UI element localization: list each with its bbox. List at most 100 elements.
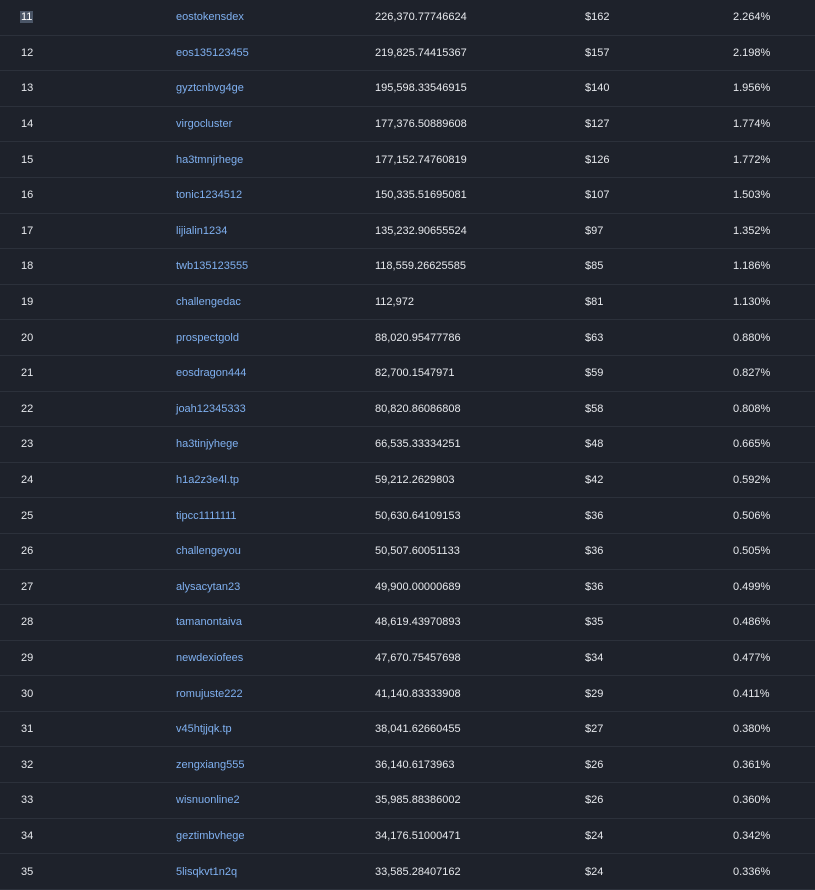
usd-value-text: $162 <box>585 11 610 24</box>
usd-value-text: $34 <box>585 651 604 664</box>
account-link[interactable]: prospectgold <box>176 332 239 344</box>
rank-text: 25 <box>21 509 34 522</box>
table-row: 11 eostokensdex 226,370.77746624 $162 2.264% <box>0 0 815 36</box>
percentage-cell: 0.477% <box>733 640 815 677</box>
quantity-text: 33,585.28407162 <box>375 865 461 878</box>
percentage-cell: 2.198% <box>733 35 815 72</box>
table-row: 23 ha3tinjyhege 66,535.33334251 $48 0.665% <box>0 426 815 463</box>
account-link[interactable]: lijialin1234 <box>176 225 227 237</box>
account-link[interactable]: eos135123455 <box>176 47 249 59</box>
percentage-cell: 0.342% <box>733 818 815 855</box>
account-link[interactable]: eostokensdex <box>176 11 244 23</box>
rank-text: 28 <box>21 616 34 629</box>
rank-text: 33 <box>21 794 34 807</box>
quantity-cell: 47,670.75457698 <box>375 640 585 677</box>
quantity-text: 219,825.74415367 <box>375 46 467 59</box>
table-row: 35 5lisqkvt1n2q 33,585.28407162 $24 0.336% <box>0 853 815 890</box>
quantity-cell: 219,825.74415367 <box>375 35 585 72</box>
account-link[interactable]: romujuste222 <box>176 688 243 700</box>
table-row: 18 twb135123555 118,559.26625585 $85 1.186% <box>0 248 815 285</box>
table-row: 14 virgocluster 177,376.50889608 $127 1.774% <box>0 106 815 143</box>
percentage-text: 0.505% <box>733 545 771 558</box>
percentage-text: 2.264% <box>733 11 771 24</box>
account-link[interactable]: h1a2z3e4l.tp <box>176 474 239 486</box>
table-row: 17 lijialin1234 135,232.90655524 $97 1.352% <box>0 213 815 250</box>
account-link[interactable]: eosdragon444 <box>176 367 246 379</box>
value-cell: $36 <box>585 533 733 570</box>
quantity-cell: 38,041.62660455 <box>375 711 585 748</box>
percentage-text: 1.352% <box>733 224 771 237</box>
rank-text: 17 <box>21 224 34 237</box>
percentage-cell: 1.186% <box>733 248 815 285</box>
value-cell: $85 <box>585 248 733 285</box>
account-link[interactable]: twb135123555 <box>176 260 248 272</box>
percentage-cell: 0.499% <box>733 569 815 606</box>
value-cell: $127 <box>585 106 733 143</box>
percentage-text: 1.130% <box>733 296 771 309</box>
account-link[interactable]: ha3tmnjrhege <box>176 154 243 166</box>
account-link[interactable]: geztimbvhege <box>176 830 245 842</box>
account-link[interactable]: challengeyou <box>176 545 241 557</box>
account-link[interactable]: alysacytan23 <box>176 581 240 593</box>
account-link[interactable]: ha3tinjyhege <box>176 438 238 450</box>
rank-cell: 13 <box>0 70 176 107</box>
quantity-text: 47,670.75457698 <box>375 651 461 664</box>
token-holders-table: 11 eostokensdex 226,370.77746624 $162 2.264%… <box>0 0 815 890</box>
value-cell: $35 <box>585 604 733 641</box>
percentage-text: 0.665% <box>733 438 771 451</box>
table-row: 22 joah12345333 80,820.86086808 $58 0.808% <box>0 391 815 428</box>
account-link[interactable]: zengxiang555 <box>176 759 245 771</box>
quantity-cell: 80,820.86086808 <box>375 391 585 428</box>
account-link[interactable]: tipcc1111111 <box>176 510 237 522</box>
table-row: 16 tonic1234512 150,335.51695081 $107 1.503% <box>0 177 815 214</box>
table-row: 27 alysacytan23 49,900.00000689 $36 0.499% <box>0 569 815 606</box>
account-cell: eos135123455 <box>176 35 375 72</box>
value-cell: $59 <box>585 355 733 392</box>
usd-value-text: $36 <box>585 545 604 558</box>
percentage-cell: 1.130% <box>733 284 815 321</box>
quantity-text: 50,630.64109153 <box>375 509 461 522</box>
table-row: 12 eos135123455 219,825.74415367 $157 2.198% <box>0 35 815 72</box>
account-link[interactable]: virgocluster <box>176 118 232 130</box>
percentage-text: 0.411% <box>733 687 770 700</box>
percentage-text: 2.198% <box>733 46 771 59</box>
percentage-cell: 0.808% <box>733 391 815 428</box>
account-cell: tonic1234512 <box>176 177 375 214</box>
rank-text: 18 <box>21 260 34 273</box>
quantity-cell: 50,630.64109153 <box>375 497 585 534</box>
rank-text: 32 <box>21 758 34 771</box>
usd-value-text: $27 <box>585 723 604 736</box>
value-cell: $48 <box>585 426 733 463</box>
account-link[interactable]: tamanontaiva <box>176 616 242 628</box>
account-cell: alysacytan23 <box>176 569 375 606</box>
account-link[interactable]: wisnuonline2 <box>176 794 240 806</box>
table-row: 19 challengedac 112,972 $81 1.130% <box>0 284 815 321</box>
quantity-text: 38,041.62660455 <box>375 723 461 736</box>
percentage-text: 0.827% <box>733 367 771 380</box>
rank-text: 31 <box>21 723 34 736</box>
account-link[interactable]: tonic1234512 <box>176 189 242 201</box>
quantity-text: 36,140.6173963 <box>375 758 455 771</box>
rank-text: 11 <box>20 11 34 24</box>
account-link[interactable]: v45htjjqk.tp <box>176 723 232 735</box>
account-link[interactable]: gyztcnbvg4ge <box>176 82 244 94</box>
quantity-cell: 48,619.43970893 <box>375 604 585 641</box>
percentage-cell: 0.336% <box>733 853 815 890</box>
rank-text: 15 <box>21 153 34 166</box>
rank-cell: 30 <box>0 675 176 712</box>
value-cell: $140 <box>585 70 733 107</box>
account-cell: challengeyou <box>176 533 375 570</box>
quantity-text: 35,985.88386002 <box>375 794 461 807</box>
account-link[interactable]: challengedac <box>176 296 241 308</box>
quantity-cell: 195,598.33546915 <box>375 70 585 107</box>
account-link[interactable]: 5lisqkvt1n2q <box>176 866 237 878</box>
account-link[interactable]: newdexiofees <box>176 652 243 664</box>
table-row: 28 tamanontaiva 48,619.43970893 $35 0.486% <box>0 604 815 641</box>
quantity-text: 88,020.95477786 <box>375 331 461 344</box>
account-link[interactable]: joah12345333 <box>176 403 246 415</box>
value-cell: $42 <box>585 462 733 499</box>
value-cell: $27 <box>585 711 733 748</box>
quantity-text: 49,900.00000689 <box>375 580 461 593</box>
account-cell: newdexiofees <box>176 640 375 677</box>
percentage-cell: 1.774% <box>733 106 815 143</box>
